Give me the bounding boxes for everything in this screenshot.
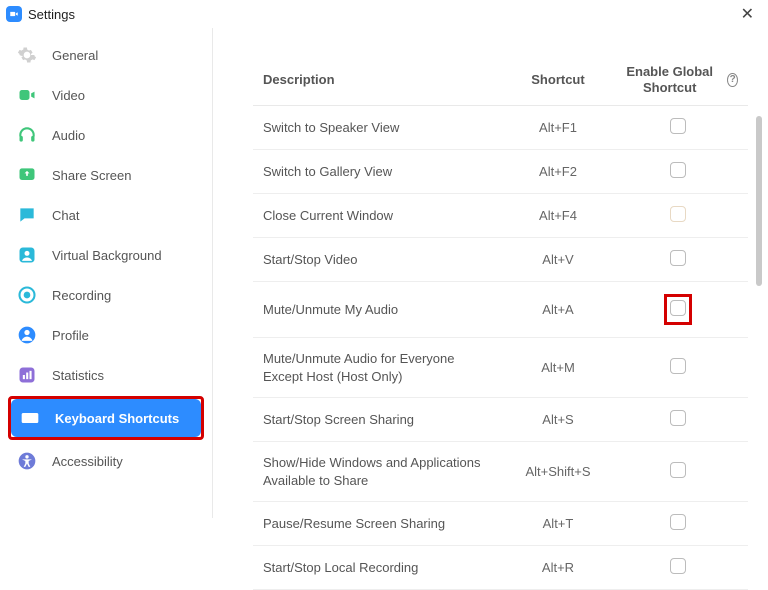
row-enable-checkbox[interactable]: [670, 206, 686, 222]
profile-icon: [16, 324, 38, 346]
row-description: Close Current Window: [263, 207, 498, 225]
row-description: Switch to Gallery View: [263, 163, 498, 181]
row-shortcut[interactable]: Alt+S: [498, 412, 618, 427]
row-description: Mute/Unmute My Audio: [263, 301, 498, 319]
row-description: Mute/Unmute Audio for Everyone Except Ho…: [263, 350, 498, 385]
row-description: Switch to Speaker View: [263, 119, 498, 137]
table-row: Show/Hide Windows and Applications Avail…: [253, 442, 748, 502]
chat-icon: [16, 204, 38, 226]
sidebar-item-label: Virtual Background: [52, 248, 162, 263]
scrollbar-thumb[interactable]: [756, 116, 762, 286]
table-row: Close Current Window Alt+F4: [253, 194, 748, 238]
accessibility-icon: [16, 450, 38, 472]
row-description: Start/Stop Local Recording: [263, 559, 498, 577]
table-row: Mute/Unmute My Audio Alt+A: [253, 282, 748, 338]
sidebar-item-share-screen[interactable]: Share Screen: [8, 156, 204, 194]
close-icon[interactable]: ✕: [737, 4, 758, 24]
row-shortcut[interactable]: Alt+M: [498, 360, 618, 375]
statistics-icon: [16, 364, 38, 386]
video-icon: [16, 84, 38, 106]
sidebar-item-video[interactable]: Video: [8, 76, 204, 114]
row-description: Start/Stop Video: [263, 251, 498, 269]
row-enable-checkbox[interactable]: [670, 162, 686, 178]
table-row: Pause/Resume Screen Sharing Alt+T: [253, 502, 748, 546]
help-icon[interactable]: ?: [727, 73, 738, 87]
row-enable-checkbox[interactable]: [670, 410, 686, 426]
sidebar-item-recording[interactable]: Recording: [8, 276, 204, 314]
sidebar-item-label: Chat: [52, 208, 79, 223]
row-enable-checkbox[interactable]: [670, 300, 686, 316]
sidebar-item-label: Share Screen: [52, 168, 132, 183]
row-description: Show/Hide Windows and Applications Avail…: [263, 454, 498, 489]
sidebar-item-label: General: [52, 48, 98, 63]
scrollbar[interactable]: [756, 116, 762, 500]
row-shortcut[interactable]: Alt+F1: [498, 120, 618, 135]
headphones-icon: [16, 124, 38, 146]
sidebar-item-statistics[interactable]: Statistics: [8, 356, 204, 394]
titlebar: Settings ✕: [0, 0, 768, 28]
sidebar-item-label: Keyboard Shortcuts: [55, 411, 179, 426]
table-row: Switch to Speaker View Alt+F1: [253, 106, 748, 150]
sidebar-item-accessibility[interactable]: Accessibility: [8, 442, 204, 480]
main-panel: Description Shortcut Enable Global Short…: [213, 28, 768, 518]
sidebar-item-label: Audio: [52, 128, 85, 143]
sidebar-item-label: Statistics: [52, 368, 104, 383]
row-shortcut[interactable]: Alt+T: [498, 516, 618, 531]
sidebar-item-label: Video: [52, 88, 85, 103]
window-title: Settings: [28, 7, 75, 22]
row-shortcut[interactable]: Alt+F2: [498, 164, 618, 179]
row-enable-checkbox[interactable]: [670, 514, 686, 530]
row-description: Start/Stop Screen Sharing: [263, 411, 498, 429]
row-shortcut[interactable]: Alt+A: [498, 302, 618, 317]
virtual-bg-icon: [16, 244, 38, 266]
sidebar-item-profile[interactable]: Profile: [8, 316, 204, 354]
gear-icon: [16, 44, 38, 66]
row-enable-checkbox[interactable]: [670, 250, 686, 266]
table-row: Start/Stop Screen Sharing Alt+S: [253, 398, 748, 442]
row-shortcut[interactable]: Alt+Shift+S: [498, 464, 618, 479]
table-row: Switch to Gallery View Alt+F2: [253, 150, 748, 194]
record-icon: [16, 284, 38, 306]
highlight-marker: [664, 294, 692, 325]
sidebar-item-label: Accessibility: [52, 454, 123, 469]
table-row: Start/Stop Video Alt+V: [253, 238, 748, 282]
col-header-shortcut: Shortcut: [498, 72, 618, 87]
row-shortcut[interactable]: Alt+F4: [498, 208, 618, 223]
sidebar: General Video Audio Share Screen: [0, 28, 213, 518]
sidebar-item-virtual-background[interactable]: Virtual Background: [8, 236, 204, 274]
col-header-enable: Enable Global Shortcut ?: [618, 64, 738, 95]
table-header: Description Shortcut Enable Global Short…: [253, 58, 748, 105]
row-enable-checkbox[interactable]: [670, 558, 686, 574]
row-shortcut[interactable]: Alt+R: [498, 560, 618, 575]
sidebar-item-chat[interactable]: Chat: [8, 196, 204, 234]
sidebar-item-label: Recording: [52, 288, 111, 303]
sidebar-item-general[interactable]: General: [8, 36, 204, 74]
row-enable-checkbox[interactable]: [670, 118, 686, 134]
app-logo-icon: [6, 6, 22, 22]
col-header-description: Description: [263, 72, 498, 87]
row-shortcut[interactable]: Alt+V: [498, 252, 618, 267]
row-enable-checkbox[interactable]: [670, 358, 686, 374]
sidebar-item-keyboard-shortcuts[interactable]: Keyboard Shortcuts: [11, 399, 201, 437]
keyboard-icon: [19, 407, 41, 429]
sidebar-item-label: Profile: [52, 328, 89, 343]
row-enable-checkbox[interactable]: [670, 462, 686, 478]
table-row: Start/Stop Local Recording Alt+R: [253, 546, 748, 590]
sidebar-item-audio[interactable]: Audio: [8, 116, 204, 154]
share-screen-icon: [16, 164, 38, 186]
table-row: Mute/Unmute Audio for Everyone Except Ho…: [253, 338, 748, 398]
